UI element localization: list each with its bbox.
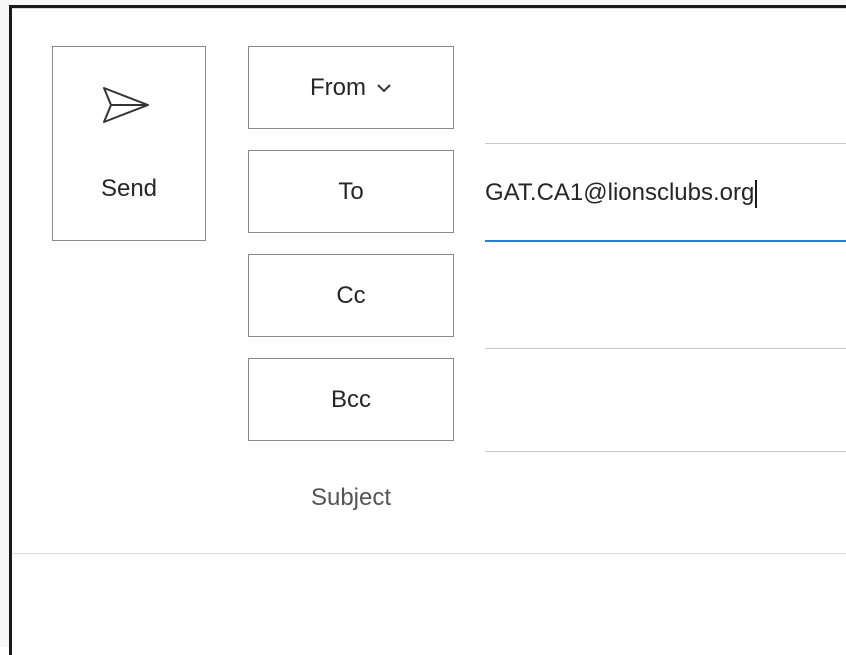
send-icon	[103, 87, 149, 123]
from-field-line	[485, 143, 846, 144]
top-rule	[12, 8, 846, 9]
bcc-label: Bcc	[330, 385, 371, 413]
to-field-underline	[485, 240, 846, 242]
bcc-field[interactable]	[485, 451, 846, 452]
to-label: To	[338, 177, 364, 205]
to-button[interactable]: To	[248, 150, 454, 233]
to-field[interactable]: GAT.CA1@lionsclubs.org	[485, 173, 845, 213]
cc-button[interactable]: Cc	[248, 254, 454, 337]
send-button[interactable]: Send	[52, 46, 206, 241]
chevron-down-icon	[377, 83, 391, 92]
to-field-value: GAT.CA1@lionsclubs.org	[485, 179, 755, 206]
subject-label: Subject	[310, 484, 392, 511]
screenshot-frame: Send From To GAT.CA1@lionsclubs.org Cc B…	[0, 0, 846, 655]
cc-field[interactable]	[485, 348, 846, 349]
bcc-button[interactable]: Bcc	[248, 358, 454, 441]
message-body[interactable]	[12, 554, 846, 655]
from-button[interactable]: From	[248, 46, 454, 129]
compose-window: Send From To GAT.CA1@lionsclubs.org Cc B…	[9, 5, 846, 655]
text-caret	[755, 179, 758, 208]
cc-label: Cc	[336, 281, 366, 309]
from-label: From	[310, 73, 366, 101]
send-label: Send	[100, 175, 158, 202]
